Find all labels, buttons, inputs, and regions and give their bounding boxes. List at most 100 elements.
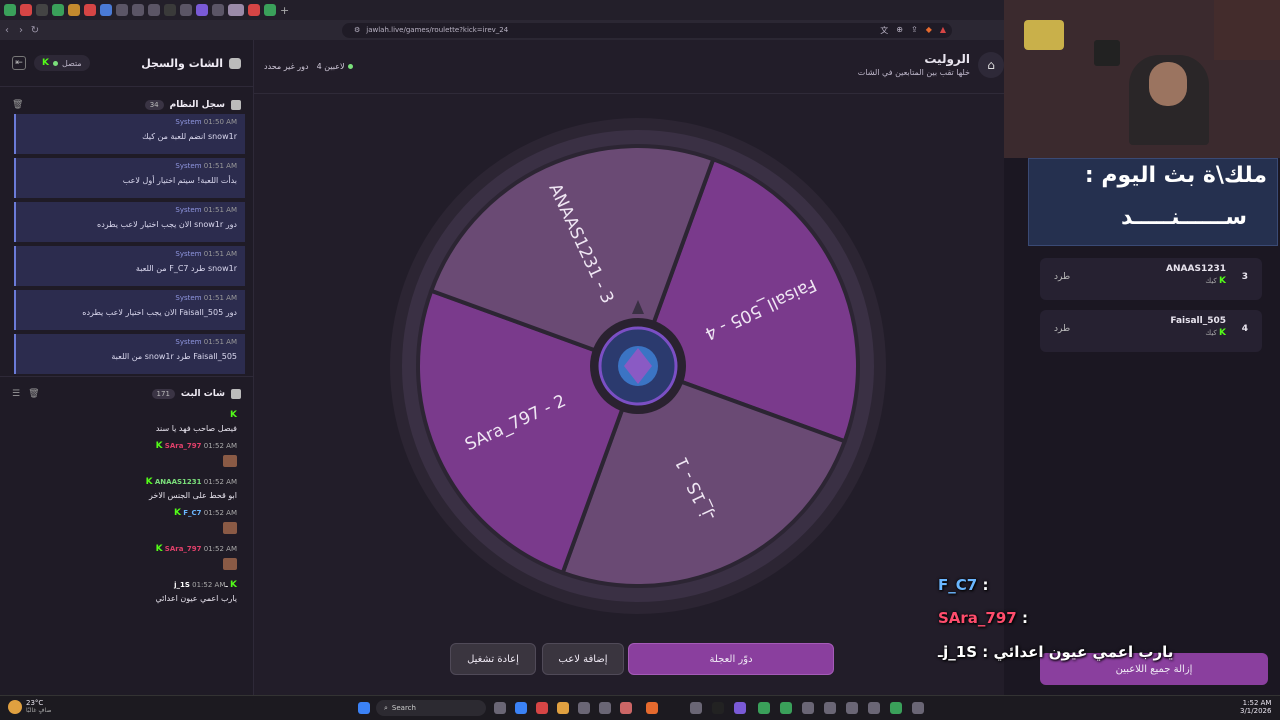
- stream-chat-list[interactable]: K فيصل صاحب فهد يا سند K SAra_797 01:52 A…: [0, 410, 253, 680]
- rewards-icon[interactable]: ▲: [940, 25, 946, 36]
- settings-icon[interactable]: [868, 702, 880, 714]
- brave-shield-icon[interactable]: ◆: [926, 25, 932, 36]
- overlay-username: F_C7: [938, 576, 978, 594]
- clear-chat-icon[interactable]: 🗑: [28, 389, 39, 399]
- tab-icon[interactable]: [68, 4, 80, 16]
- system-log-text: دور Faisall_505 الان يجب اختيار لاعب يطر…: [82, 308, 237, 317]
- weather-widget[interactable]: 23°C صافٍ غالبًا: [8, 699, 51, 714]
- chat-meta: K SAra_797 01:52 AM: [16, 441, 237, 451]
- edge-icon[interactable]: [515, 702, 527, 714]
- tab-icon[interactable]: [264, 4, 276, 16]
- streamer-face: [1149, 62, 1187, 106]
- tab-icon[interactable]: [196, 4, 208, 16]
- system-log-meta: System 01:51 AM: [24, 206, 237, 214]
- discord-icon[interactable]: [734, 702, 746, 714]
- windows-start-icon[interactable]: [358, 702, 370, 714]
- explorer-icon[interactable]: [557, 702, 569, 714]
- collapse-sidebar-icon[interactable]: ⇤: [12, 56, 26, 70]
- app-icon[interactable]: [712, 702, 724, 714]
- youtube-icon[interactable]: [536, 702, 548, 714]
- tab-icon[interactable]: [116, 4, 128, 16]
- system-sender: System: [175, 338, 202, 346]
- system-log-meta: System 01:51 AM: [24, 338, 237, 346]
- site-info-icon[interactable]: ⚙: [354, 26, 360, 34]
- clock[interactable]: 1:52 AM 3/1/2026: [1240, 699, 1271, 715]
- tab-icon[interactable]: [132, 4, 144, 16]
- system-log-meta: System 01:51 AM: [24, 294, 237, 302]
- system-sender: System: [175, 118, 202, 126]
- queue-number: 3: [1241, 272, 1248, 282]
- system-sender: System: [175, 206, 202, 214]
- restart-button[interactable]: إعادة تشغيل: [450, 643, 536, 675]
- roulette-wheel[interactable]: Faisall_505 - 4ـj_1S - 1SAra_797 - 2ANAA…: [388, 116, 888, 616]
- app-icon[interactable]: [824, 702, 836, 714]
- queue-platform: كيك: [1205, 329, 1217, 337]
- home-icon[interactable]: ⌂: [978, 52, 1004, 78]
- stream-banner: ملك\ة بث اليوم : ســــــنـــــد: [1028, 158, 1278, 246]
- tab-icon[interactable]: [52, 4, 64, 16]
- brave-icon[interactable]: [646, 702, 658, 714]
- add-player-button[interactable]: إضافة لاعب: [542, 643, 624, 675]
- chat-bubble-icon: [229, 57, 241, 69]
- url-field[interactable]: ⚙ jawlah.live/games/roulette?kick=irev_2…: [342, 22, 952, 38]
- kick-player-button[interactable]: طرد: [1054, 272, 1070, 282]
- tab-icon[interactable]: [36, 4, 48, 16]
- steam-icon[interactable]: [846, 702, 858, 714]
- new-tab-button[interactable]: +: [280, 4, 289, 17]
- app-icon[interactable]: [912, 702, 924, 714]
- app-icon[interactable]: [890, 702, 902, 714]
- spin-wheel-button[interactable]: دوّر العجلة: [628, 643, 834, 675]
- app-icon[interactable]: [690, 702, 702, 714]
- tab-icon[interactable]: [4, 4, 16, 16]
- chat-time: 01:52 AM: [203, 545, 237, 553]
- forward-icon[interactable]: ›: [14, 25, 28, 36]
- system-log-text: دور snow1r الان يجب اختيار لاعب يطرده: [97, 220, 237, 229]
- reload-icon[interactable]: ↻: [28, 25, 42, 36]
- system-time: 01:51 AM: [203, 162, 237, 170]
- chat-meta: K SAra_797 01:52 AM: [16, 544, 237, 554]
- system-sender: System: [175, 250, 202, 258]
- active-tab[interactable]: [228, 4, 244, 16]
- taskbar-search[interactable]: ⌕ Search: [376, 700, 486, 716]
- tab-icon[interactable]: [100, 4, 112, 16]
- share-icon[interactable]: ⇪: [911, 25, 918, 36]
- tab-icon[interactable]: [20, 4, 32, 16]
- tab-icon[interactable]: [248, 4, 260, 16]
- sidebar-title: الشات والسجل: [141, 56, 223, 70]
- system-time: 01:51 AM: [203, 206, 237, 214]
- whatsapp-icon[interactable]: [758, 702, 770, 714]
- chat-meta: K: [16, 410, 237, 420]
- app-icon[interactable]: [578, 702, 590, 714]
- chat-time: 01:52 AM: [203, 442, 237, 450]
- system-log-list[interactable]: System 01:50 AM snow1r انضم للعبة من كيك S…: [0, 114, 253, 376]
- clear-log-icon[interactable]: 🗑: [12, 100, 23, 110]
- kick-player-button[interactable]: طرد: [1054, 324, 1070, 334]
- tab-icon[interactable]: [84, 4, 96, 16]
- cam-poster: [1024, 20, 1064, 50]
- chat-username: SAra_797: [164, 545, 202, 553]
- connection-status-label: متصل: [61, 58, 82, 68]
- tab-icon[interactable]: [148, 4, 160, 16]
- system-log-text: بدأت اللعبة! سيتم اختيار أول لاعب: [122, 176, 237, 185]
- clock-time: 1:52 AM: [1242, 699, 1272, 707]
- translate-icon[interactable]: 文: [880, 25, 888, 36]
- app-icon[interactable]: [620, 702, 632, 714]
- address-bar: ‹ › ↻ ⚙ jawlah.live/games/roulette?kick=…: [0, 20, 1004, 40]
- overlay-chat-line: ـj_1S : يارب اعمي عيون اعدائي: [938, 643, 1173, 661]
- zoom-icon[interactable]: ⊕: [896, 25, 903, 36]
- tab-icon[interactable]: [164, 4, 176, 16]
- task-view-icon[interactable]: [494, 702, 506, 714]
- back-icon[interactable]: ‹: [0, 25, 14, 36]
- obs-icon[interactable]: [802, 702, 814, 714]
- chat-time: 01:52 AM: [203, 509, 237, 517]
- xbox-icon[interactable]: [780, 702, 792, 714]
- system-log-text: Faisall_505 طرد snow1r من اللعبة: [111, 352, 237, 361]
- filter-icon[interactable]: ☰: [12, 389, 20, 399]
- tab-icon[interactable]: [180, 4, 192, 16]
- app-icon[interactable]: [599, 702, 611, 714]
- overlay-chat-line: SAra_797 :: [938, 609, 1028, 627]
- tab-icon[interactable]: [212, 4, 224, 16]
- url-text: jawlah.live/games/roulette?kick=irev_24: [366, 26, 509, 34]
- kick-icon: K: [42, 58, 49, 68]
- system-log-title: سجل النظام: [169, 99, 225, 110]
